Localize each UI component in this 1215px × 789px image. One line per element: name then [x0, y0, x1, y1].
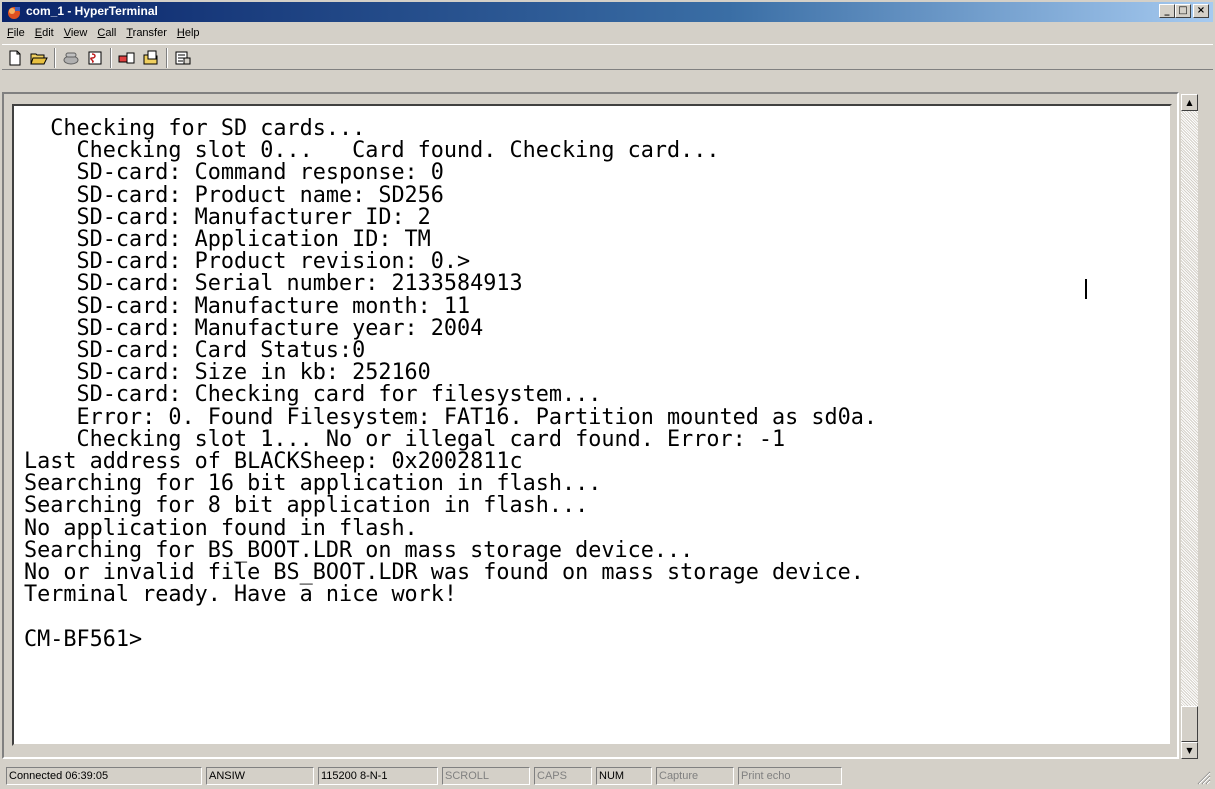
- status-emulation: ANSIW: [206, 767, 314, 785]
- scroll-thumb[interactable]: [1181, 706, 1198, 742]
- properties-button[interactable]: [172, 48, 194, 68]
- close-button[interactable]: ×: [1193, 4, 1209, 18]
- open-folder-icon: [30, 53, 48, 65]
- vertical-scrollbar[interactable]: ▲ ▼: [1181, 94, 1198, 759]
- arrow-up-icon: ▲: [1186, 98, 1193, 107]
- menu-transfer-label: ransfer: [132, 27, 167, 39]
- window-controls: _ □ ×: [1159, 4, 1209, 18]
- menu-call-label: all: [105, 27, 117, 39]
- menu-edit-label: dit: [42, 27, 54, 39]
- send-button[interactable]: [116, 48, 138, 68]
- status-caps: CAPS: [534, 767, 592, 785]
- receive-file-icon: [143, 50, 158, 65]
- minimize-icon: _: [1164, 5, 1170, 16]
- new-connection-button[interactable]: [4, 48, 26, 68]
- status-bar: Connected 06:39:05 ANSIW 115200 8-N-1 SC…: [2, 765, 1213, 787]
- arrow-down-icon: ▼: [1186, 746, 1193, 755]
- toolbar-separator: [110, 48, 112, 68]
- status-scroll: SCROLL: [442, 767, 530, 785]
- menu-view-accel: V: [63, 27, 71, 39]
- title-bar[interactable]: com_1 - HyperTerminal _ □ ×: [2, 2, 1213, 22]
- minimize-button[interactable]: _: [1159, 4, 1175, 18]
- menu-view[interactable]: View: [59, 24, 93, 42]
- maximize-icon: □: [1178, 5, 1188, 16]
- menu-call[interactable]: Call: [92, 24, 121, 42]
- hyperterminal-window: com_1 - HyperTerminal _ □ × File Edit Vi…: [0, 0, 1215, 789]
- maximize-button[interactable]: □: [1175, 4, 1191, 18]
- send-file-icon: [118, 52, 135, 64]
- scroll-down-button[interactable]: ▼: [1181, 742, 1198, 759]
- status-connected: Connected 06:39:05: [6, 767, 202, 785]
- call-button[interactable]: [60, 48, 82, 68]
- window-title: com_1 - HyperTerminal: [26, 4, 158, 18]
- new-document-icon: [9, 50, 21, 66]
- receive-button[interactable]: [140, 48, 162, 68]
- status-num: NUM: [596, 767, 652, 785]
- status-port-settings: 115200 8-N-1: [318, 767, 438, 785]
- toolbar: [2, 44, 1213, 70]
- toolbar-separator: [166, 48, 168, 68]
- toolbar-separator: [54, 48, 56, 68]
- menu-bar: File Edit View Call Transfer Help: [2, 24, 205, 42]
- terminal-screen[interactable]: Checking for SD cards... Checking slot 0…: [12, 104, 1172, 746]
- resize-grip-icon[interactable]: [1197, 771, 1211, 785]
- menu-view-label: iew: [70, 27, 88, 39]
- menu-transfer[interactable]: Transfer: [121, 24, 172, 42]
- menu-file-accel: F: [7, 27, 14, 39]
- menu-file[interactable]: File: [2, 24, 30, 42]
- disconnect-button[interactable]: [84, 48, 106, 68]
- open-button[interactable]: [28, 48, 50, 68]
- properties-icon: [175, 51, 191, 65]
- menu-file-label: ile: [13, 27, 25, 39]
- close-icon: ×: [1196, 5, 1206, 16]
- disconnect-icon: [88, 51, 102, 65]
- terminal-output: Checking for SD cards... Checking slot 0…: [24, 116, 877, 652]
- hyperterminal-app-icon[interactable]: [6, 4, 22, 20]
- menu-edit[interactable]: Edit: [30, 24, 59, 42]
- scroll-up-button[interactable]: ▲: [1181, 94, 1198, 111]
- menu-help-label: elp: [184, 27, 200, 39]
- menu-help[interactable]: Help: [172, 24, 205, 42]
- status-print-echo: Print echo: [738, 767, 842, 785]
- menu-help-accel: H: [176, 27, 185, 39]
- phone-connect-icon: [63, 52, 79, 65]
- status-capture: Capture: [656, 767, 734, 785]
- menu-edit-accel: E: [34, 27, 43, 39]
- text-cursor: [1085, 279, 1087, 299]
